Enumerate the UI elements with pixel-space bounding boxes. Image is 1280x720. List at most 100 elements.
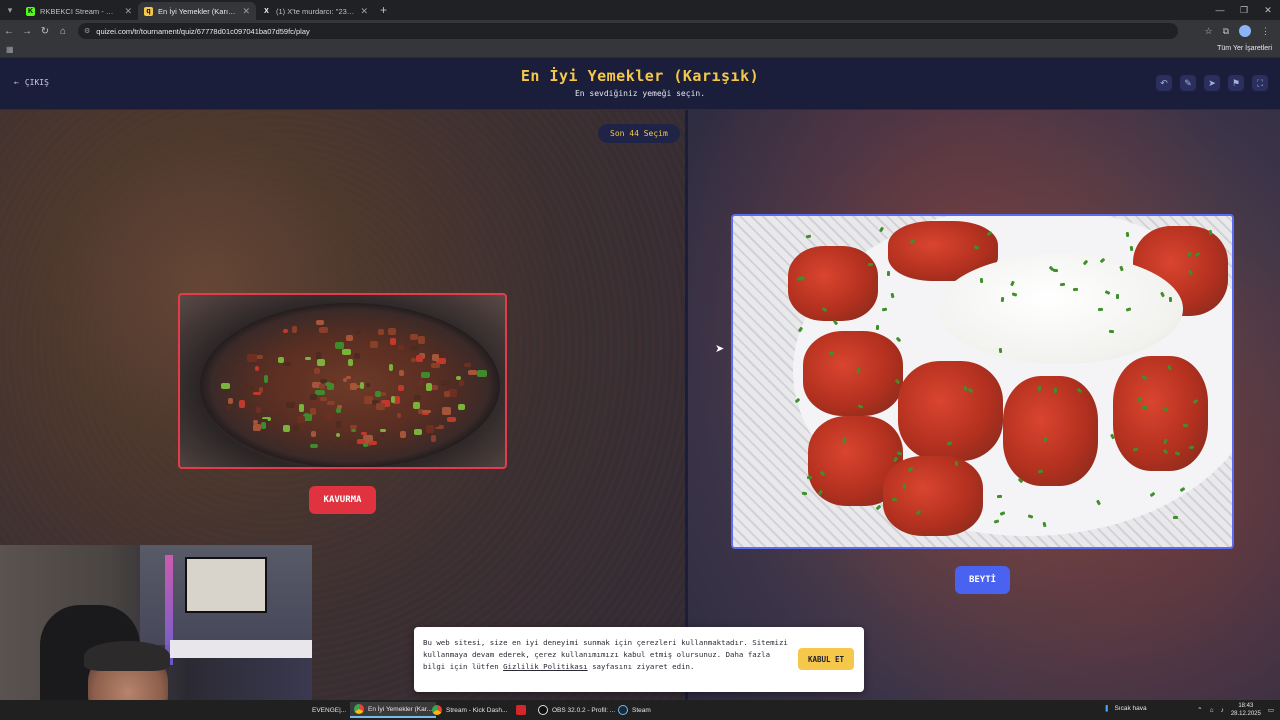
fullscreen-icon[interactable]: ⛶ [1252, 75, 1268, 91]
kavurma-piece [263, 375, 269, 383]
kavurma-piece [249, 385, 254, 391]
taskbar-item[interactable]: OBS 32.0.2 - Profil: ... [534, 702, 619, 718]
right-option-button[interactable]: BEYTİ [955, 566, 1010, 594]
kick-icon: K [26, 6, 35, 16]
site-info-icon[interactable]: ⚙ [84, 27, 90, 35]
accept-cookies-button[interactable]: KABUL ET [798, 648, 854, 670]
clock-date: 28.12.2025 [1230, 711, 1261, 717]
parsley-leaf [887, 270, 891, 276]
close-window-icon[interactable]: ✕ [1256, 0, 1280, 20]
kavurma-piece [387, 376, 394, 380]
taskbar-item[interactable]: EVENGE|... [308, 702, 350, 718]
minimize-icon[interactable]: — [1208, 0, 1232, 20]
close-tab-icon[interactable]: ✕ [360, 6, 368, 17]
webcam-desk [170, 640, 312, 658]
kavurma-piece [380, 391, 386, 397]
extensions-icon[interactable]: ⧉ [1223, 26, 1229, 37]
beyti-roll [803, 331, 903, 416]
kavurma-piece [316, 358, 326, 366]
apps-icon[interactable]: ▦ [6, 45, 14, 54]
browser-tab[interactable]: X (1) X'te murdarcı: "23/24de nas ✕ [256, 2, 374, 20]
volume-icon[interactable]: ♪ [1221, 707, 1224, 714]
clock[interactable]: 18:43 28.12.2025 [1231, 702, 1261, 718]
profile-avatar[interactable] [1239, 25, 1251, 37]
close-tab-icon[interactable]: ✕ [124, 6, 132, 17]
kavurma-piece [420, 371, 430, 378]
address-bar[interactable]: ⚙ quizei.com/tr/tournament/quiz/67778d01… [78, 23, 1178, 39]
kavurma-piece [319, 383, 325, 389]
kavurma-piece [255, 407, 262, 413]
tray-chevron-icon[interactable]: ⌃ [1197, 706, 1202, 714]
bookmarks-bar: ▦ Tüm Yer İşaretleri [0, 42, 1280, 58]
kavurma-piece [228, 398, 233, 404]
privacy-policy-link[interactable]: Gizlilik Politikası [503, 662, 588, 671]
kavurma-piece [252, 391, 261, 396]
kavurma-piece [422, 409, 431, 414]
home-icon[interactable]: ⌂ [54, 20, 72, 42]
forward-icon[interactable]: → [18, 20, 36, 42]
right-option-image[interactable] [731, 214, 1234, 549]
kavurma-piece [283, 425, 291, 433]
toolbar-actions: ☆ ⧉ ⋮ [1204, 20, 1270, 42]
taskbar-item-active[interactable]: En İyi Yemekler (Kar... [350, 702, 436, 718]
menu-icon[interactable]: ⋮ [1261, 26, 1270, 37]
thermometer-icon: ❚ [1104, 705, 1110, 712]
kavurma-piece [378, 329, 385, 336]
kavurma-piece [376, 403, 386, 410]
kavurma-piece [283, 328, 288, 333]
kavurma-piece [326, 401, 335, 405]
new-tab-icon[interactable]: + [380, 3, 387, 17]
tab-search-icon[interactable]: ▾ [0, 0, 20, 20]
kavurma-piece [430, 384, 439, 390]
app-red-icon [516, 705, 526, 715]
left-option-image[interactable] [178, 293, 507, 469]
kavurma-piece [254, 365, 260, 371]
kavurma-piece [398, 370, 404, 376]
notifications-icon[interactable]: ▭ [1268, 706, 1274, 714]
back-icon[interactable]: ← [0, 20, 18, 42]
parsley-leaf [1137, 397, 1143, 402]
kavurma-piece [380, 428, 387, 432]
bookmark-star-icon[interactable]: ☆ [1204, 26, 1212, 37]
kavurma-piece [410, 357, 416, 363]
kavurma-piece [446, 416, 457, 422]
kavurma-piece [326, 383, 335, 390]
browser-tab[interactable]: K RKBEKCI Stream - Watch Live o ✕ [20, 2, 138, 20]
share-icon[interactable]: ➤ [1204, 75, 1220, 91]
kavurma-piece [459, 379, 465, 387]
taskbar-item[interactable] [512, 702, 530, 718]
kavurma-piece [315, 389, 326, 396]
weather-widget[interactable]: ❚ Sıcak hava [1104, 704, 1147, 713]
taskbar-item-label: Stream - Kick Dash... [446, 706, 508, 714]
quizei-icon: q [144, 6, 153, 16]
left-option-button[interactable]: KAVURMA [309, 486, 376, 514]
parsley-leaf [979, 277, 983, 284]
parsley-leaf [876, 324, 880, 330]
kavurma-piece [335, 421, 341, 428]
site-header: ← ÇIKIŞ En İyi Yemekler (Karışık) En sev… [0, 58, 1280, 110]
kavurma-piece [457, 404, 465, 410]
kavurma-piece [292, 424, 299, 433]
taskbar-item[interactable]: Stream - Kick Dash... [428, 702, 511, 718]
undo-icon[interactable]: ↶ [1156, 75, 1172, 91]
flag-icon[interactable]: ⚑ [1228, 75, 1244, 91]
parsley-leaf [879, 226, 885, 233]
restore-icon[interactable]: ❐ [1232, 0, 1256, 20]
taskbar-item[interactable]: Steam [614, 702, 655, 718]
reload-icon[interactable]: ↻ [36, 20, 54, 42]
beyti-roll [788, 246, 878, 321]
edit-icon[interactable]: ✎ [1180, 75, 1196, 91]
page-subtitle: En sevdiğiniz yemeği seçin. [574, 89, 706, 98]
browser-tab-active[interactable]: q En İyi Yemekler (Karışık) - Tier L ✕ [138, 2, 256, 20]
kavurma-piece [283, 362, 291, 366]
close-tab-icon[interactable]: ✕ [242, 6, 250, 17]
network-icon[interactable]: ⌂ [1210, 707, 1214, 714]
beyti-roll [883, 456, 983, 536]
beyti-roll [1113, 356, 1208, 471]
x-icon: X [262, 6, 271, 16]
parsley-leaf [996, 494, 1002, 498]
all-bookmarks[interactable]: Tüm Yer İşaretleri [1217, 45, 1272, 52]
parsley-leaf [1208, 229, 1213, 235]
browser-tab-bar: ▾ K RKBEKCI Stream - Watch Live o ✕ q En… [0, 0, 1280, 20]
kavurma-piece [368, 440, 377, 445]
